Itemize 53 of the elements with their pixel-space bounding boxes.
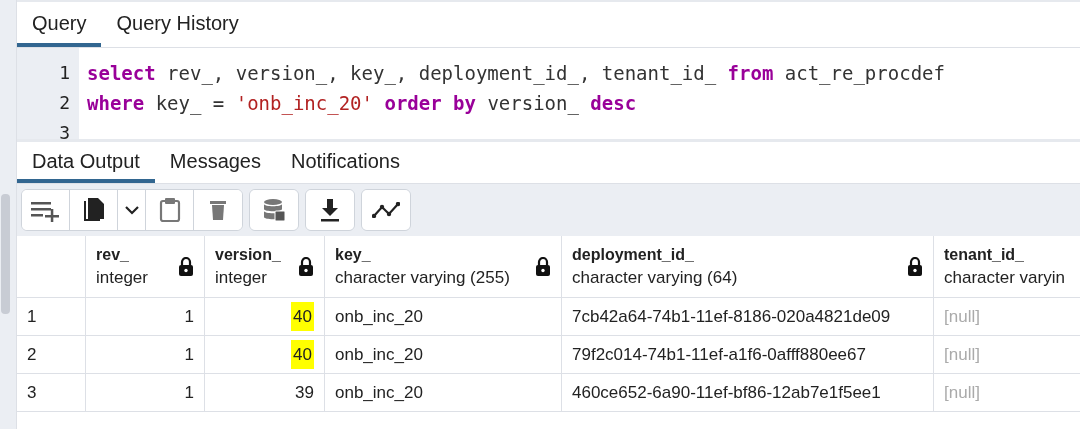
trash-icon <box>209 199 227 221</box>
clipboard-icon <box>158 197 181 223</box>
table-cell-text: 39 <box>295 381 314 404</box>
code-line: select rev_, version_, key_, deployment_id_, tenant_id_ from act_re_procdef <box>87 61 945 87</box>
line-number: 2 <box>58 91 71 115</box>
table-cell-text: onb_inc_20 <box>335 381 423 404</box>
table-cell-text: 460ce652-6a90-11ef-bf86-12ab7e1f5ee1 <box>572 381 881 404</box>
column-header[interactable]: tenant_id_ character varyin <box>934 236 1080 298</box>
table-cell-text: 1 <box>184 305 194 328</box>
scrollbar-thumb[interactable] <box>1 194 10 314</box>
line-number: 1 <box>58 61 71 85</box>
table-cell-text: 7cb42a64-74b1-11ef-8186-020a4821de09 <box>572 305 891 328</box>
column-type: integer <box>96 266 149 289</box>
column-type: integer <box>215 266 268 289</box>
table-cell-text: [null] <box>944 381 980 404</box>
tab[interactable]: Query History <box>101 2 254 47</box>
row-number: 1 <box>27 305 37 328</box>
code-line: where key_ = 'onb_inc_20' order by version_ desc <box>87 91 638 117</box>
tab[interactable]: Messages <box>154 142 276 183</box>
column-type: character varyin <box>944 266 1066 289</box>
column-type: character varying (64) <box>572 266 739 289</box>
column-header[interactable]: rev_ integer <box>86 236 205 298</box>
column-name: rev_ <box>96 244 130 265</box>
download-button[interactable] <box>306 190 354 230</box>
column-name: tenant_id_ <box>944 244 1025 265</box>
copy-icon <box>81 197 106 223</box>
column-header[interactable]: version_ integer <box>205 236 325 298</box>
database-button[interactable] <box>250 190 298 230</box>
table-cell-text: 1 <box>184 343 194 366</box>
add-row-button[interactable] <box>22 190 70 230</box>
database-icon <box>262 198 286 222</box>
line-number: 3 <box>58 121 71 145</box>
column-header[interactable]: key_ character varying (255) <box>325 236 562 298</box>
tab[interactable]: Notifications <box>276 142 415 183</box>
column-type: character varying (255) <box>335 266 511 289</box>
column-name: deployment_id_ <box>572 244 695 265</box>
column-name: key_ <box>335 244 372 265</box>
table-cell-text: 1 <box>184 381 194 404</box>
column-header[interactable]: deployment_id_ character varying (64) <box>562 236 934 298</box>
table-cell-text: [null] <box>944 343 980 366</box>
table-cell: 40 <box>291 339 314 370</box>
download-icon <box>320 198 340 222</box>
table-cell-text: 79f2c014-74b1-11ef-a1f6-0afff880ee67 <box>572 343 866 366</box>
row-number: 3 <box>27 381 37 404</box>
row-number: 2 <box>27 343 37 366</box>
line-graph-button[interactable] <box>362 190 410 230</box>
table-cell-text: onb_inc_20 <box>335 343 423 366</box>
line-graph-icon <box>372 202 400 218</box>
table-cell-text: onb_inc_20 <box>335 305 423 328</box>
caret-icon <box>124 205 139 215</box>
column-name: version_ <box>215 244 282 265</box>
table-cell: 40 <box>291 301 314 332</box>
table-cell-text: [null] <box>944 305 980 328</box>
